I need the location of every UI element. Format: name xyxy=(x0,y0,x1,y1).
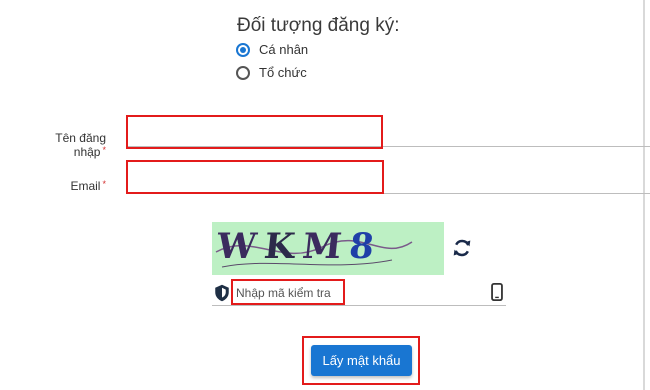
get-password-button[interactable]: Lấy mật khẩu xyxy=(311,345,412,376)
shield-icon xyxy=(215,284,229,302)
captcha-text: WKM8 xyxy=(214,226,384,267)
radio-label-individual: Cá nhân xyxy=(259,42,309,57)
required-marker: * xyxy=(102,145,106,155)
phone-icon[interactable] xyxy=(490,283,504,301)
refresh-icon[interactable] xyxy=(452,238,472,258)
required-marker: * xyxy=(102,179,106,189)
panel-edge xyxy=(643,0,645,390)
radio-button-individual[interactable] xyxy=(236,42,250,57)
captcha-underline xyxy=(212,305,506,306)
registration-type-title: Đối tượng đăng ký: xyxy=(237,15,400,36)
username-label: Tên đăng nhập * xyxy=(55,131,106,159)
email-label: Email * xyxy=(70,179,106,193)
captcha-image: WKM8 xyxy=(212,222,444,275)
radio-label-organization: Tổ chức xyxy=(259,65,307,80)
captcha-input[interactable] xyxy=(234,284,339,302)
username-input[interactable] xyxy=(128,117,381,147)
radio-option-organization[interactable]: Tổ chức xyxy=(236,65,307,80)
email-input[interactable] xyxy=(128,162,382,192)
radio-button-organization[interactable] xyxy=(236,65,250,80)
radio-option-individual[interactable]: Cá nhân xyxy=(236,42,308,57)
